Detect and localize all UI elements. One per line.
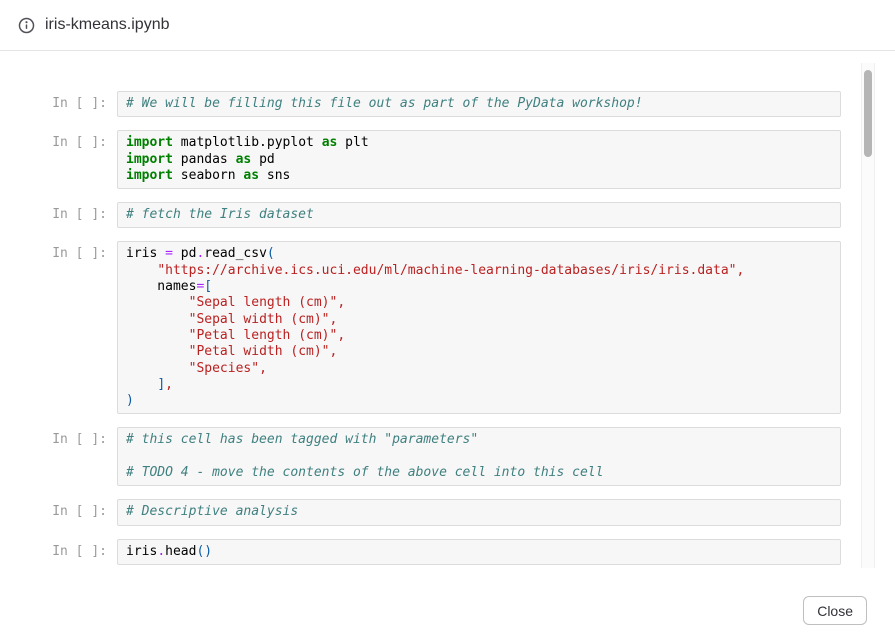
code-line: # Descriptive analysis bbox=[126, 504, 832, 520]
cell-prompt: In [ ]: bbox=[52, 91, 107, 112]
cell-code: iris = pd.read_csv( "https://archive.ics… bbox=[117, 241, 841, 414]
cell-code: # fetch the Iris dataset bbox=[117, 202, 841, 228]
notebook-cell: In [ ]: # Descriptive analysis bbox=[52, 499, 841, 525]
code-line: import matplotlib.pyplot as plt bbox=[126, 135, 832, 151]
code-line: "https://archive.ics.uci.edu/ml/machine-… bbox=[126, 263, 832, 279]
code-line: "Petal width (cm)", bbox=[126, 344, 832, 360]
notebook-scroll-area: In [ ]: # We will be filling this file ou… bbox=[0, 51, 895, 568]
notebook-cells: In [ ]: # We will be filling this file ou… bbox=[0, 51, 895, 565]
modal-header: iris-kmeans.ipynb bbox=[0, 0, 895, 51]
cell-prompt: In [ ]: bbox=[52, 539, 107, 560]
code-line: import pandas as pd bbox=[126, 152, 832, 168]
notebook-cell: In [ ]:import matplotlib.pyplot as pltim… bbox=[52, 130, 841, 189]
code-line: names=[ bbox=[126, 279, 832, 295]
code-line: "Sepal width (cm)", bbox=[126, 312, 832, 328]
notebook-cell: In [ ]: # We will be filling this file ou… bbox=[52, 91, 841, 117]
cell-code: iris.head() bbox=[117, 539, 841, 565]
code-line bbox=[126, 449, 832, 465]
notebook-cell: In [ ]: iris = pd.read_csv( "https://arch… bbox=[52, 241, 841, 414]
notebook-cell: In [ ]: iris.head() bbox=[52, 539, 841, 565]
cell-prompt: In [ ]: bbox=[52, 202, 107, 223]
cell-prompt: In [ ]: bbox=[52, 499, 107, 520]
close-button[interactable]: Close bbox=[803, 596, 867, 625]
code-line: # this cell has been tagged with "parame… bbox=[126, 432, 832, 448]
cell-code: # Descriptive analysis bbox=[117, 499, 841, 525]
code-line: ) bbox=[126, 393, 832, 409]
code-line: iris = pd.read_csv( bbox=[126, 246, 832, 262]
code-line: # We will be filling this file out as pa… bbox=[126, 96, 832, 112]
cell-code: # this cell has been tagged with "parame… bbox=[117, 427, 841, 486]
code-line: "Sepal length (cm)", bbox=[126, 295, 832, 311]
scrollbar-thumb[interactable] bbox=[864, 70, 872, 157]
code-line: # fetch the Iris dataset bbox=[126, 207, 832, 223]
file-title: iris-kmeans.ipynb bbox=[45, 16, 169, 34]
code-line: "Petal length (cm)", bbox=[126, 328, 832, 344]
cell-code: import matplotlib.pyplot as pltimport pa… bbox=[117, 130, 841, 189]
code-line: iris.head() bbox=[126, 544, 832, 560]
code-line: "Species", bbox=[126, 361, 832, 377]
cell-prompt: In [ ]: bbox=[52, 427, 107, 448]
notebook-cell: In [ ]: # fetch the Iris dataset bbox=[52, 202, 841, 228]
code-line: ], bbox=[126, 377, 832, 393]
notebook-cell: In [ ]: # this cell has been tagged with … bbox=[52, 427, 841, 486]
cell-code: # We will be filling this file out as pa… bbox=[117, 91, 841, 117]
cell-prompt: In [ ]: bbox=[52, 241, 107, 262]
code-line: import seaborn as sns bbox=[126, 168, 832, 184]
scrollbar-track[interactable] bbox=[861, 63, 875, 568]
code-line: # TODO 4 - move the contents of the abov… bbox=[126, 465, 832, 481]
cell-prompt: In [ ]: bbox=[52, 130, 107, 151]
info-icon bbox=[18, 17, 35, 34]
